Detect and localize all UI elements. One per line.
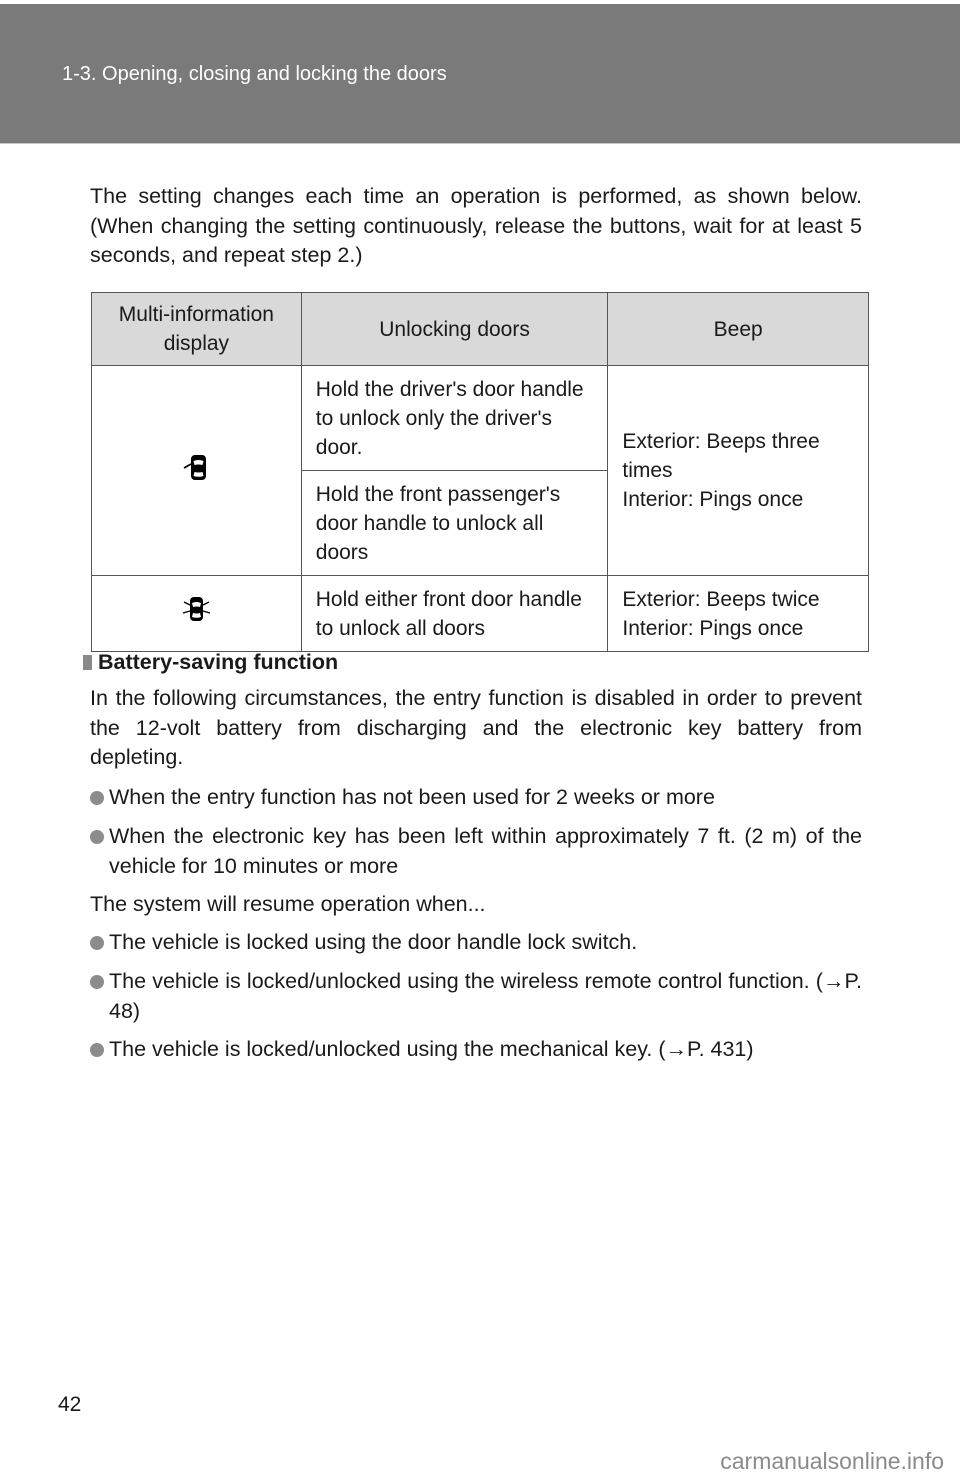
beep-exterior: Exterior: Beeps three times bbox=[622, 430, 820, 482]
watermark: carmanualsonline.info bbox=[720, 1448, 944, 1474]
bullet-dot-icon bbox=[90, 830, 104, 844]
battery-saving-heading-text: Battery-saving function bbox=[98, 650, 339, 674]
bullet-dot-icon bbox=[90, 975, 104, 989]
square-bullet-icon bbox=[83, 655, 92, 670]
display-icon-cell bbox=[91, 575, 302, 652]
beep-interior: Interior: Pings once bbox=[622, 616, 804, 640]
battery-saving-heading: Battery-saving function bbox=[83, 650, 338, 675]
list-item: When the entry function has not been use… bbox=[90, 783, 862, 813]
list-item: The vehicle is locked using the door han… bbox=[90, 928, 862, 958]
unlocking-driver-door-text: Hold the driver's door handle to unlock … bbox=[300, 365, 609, 471]
unlocking-passenger-door-text: Hold the front passenger's door handle t… bbox=[300, 470, 609, 576]
car-driver-door-open-icon bbox=[178, 449, 214, 493]
beep-exterior: Exterior: Beeps twice bbox=[622, 587, 820, 611]
header-beep: Beep bbox=[607, 292, 869, 366]
bullet-dot-icon bbox=[90, 1043, 104, 1057]
table-row: Hold either front door handle to unlock … bbox=[91, 575, 869, 652]
bullet-dot-icon bbox=[90, 791, 104, 805]
unlocking-either-door-text: Hold either front door handle to unlock … bbox=[300, 575, 609, 652]
table-header-row: Multi-information display Unlocking door… bbox=[91, 292, 869, 366]
display-icon-cell bbox=[91, 365, 302, 576]
page-number: 42 bbox=[58, 1393, 82, 1416]
resume-intro: The system will resume operation when... bbox=[90, 892, 486, 916]
header-multi-info-display: Multi-information display bbox=[91, 292, 302, 366]
beep-cell: Exterior: Beeps twice Interior: Pings on… bbox=[607, 575, 869, 652]
unlock-settings-table: Multi-information display Unlocking door… bbox=[91, 292, 869, 652]
header-unlocking-doors: Unlocking doors bbox=[300, 292, 609, 366]
list-item: The vehicle is locked/unlocked using the… bbox=[90, 967, 862, 1026]
intro-paragraph: The setting changes each time an operati… bbox=[90, 184, 862, 267]
beep-interior: Interior: Pings once bbox=[622, 488, 804, 511]
beep-cell: Exterior: Beeps three times Interior: Pi… bbox=[607, 365, 869, 576]
battery-saving-description: In the following circumstances, the entr… bbox=[90, 686, 862, 769]
list-item: The vehicle is locked/unlocked using the… bbox=[90, 1035, 862, 1065]
bullet-dot-icon bbox=[90, 936, 104, 950]
list-item: When the electronic key has been left wi… bbox=[90, 822, 862, 881]
table-row: Hold the driver's door handle to unlock … bbox=[91, 365, 869, 576]
car-all-doors-open-icon bbox=[178, 592, 214, 636]
section-title: 1-3. Opening, closing and locking the do… bbox=[62, 63, 447, 85]
section-header-band: 1-3. Opening, closing and locking the do… bbox=[0, 4, 960, 144]
